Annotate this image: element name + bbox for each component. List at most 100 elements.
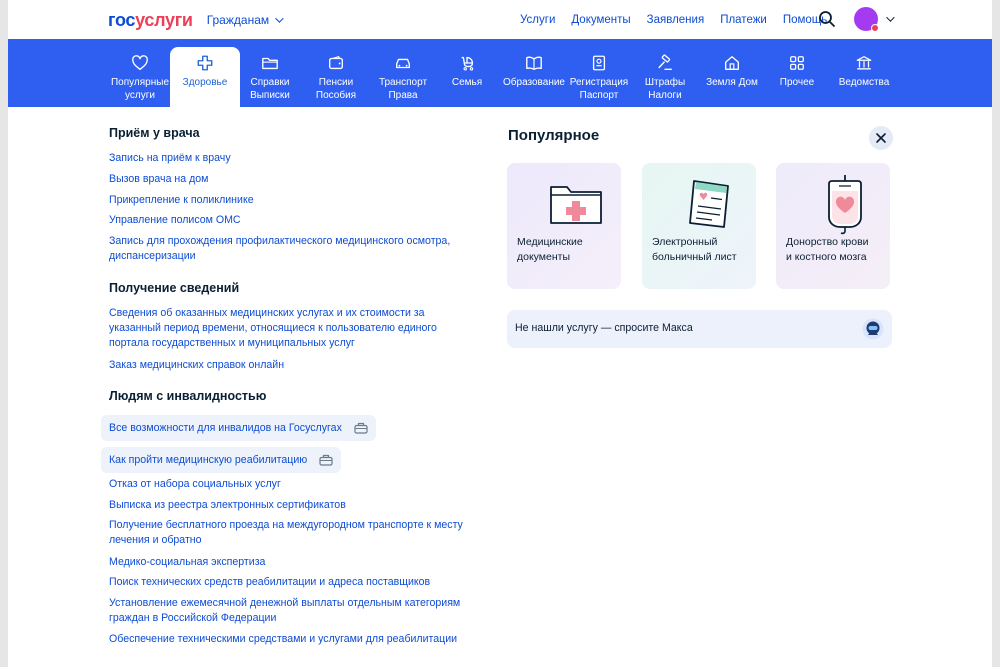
card-label: Донорство крови и костного мозга bbox=[786, 235, 888, 265]
category-other[interactable]: Прочее bbox=[772, 47, 822, 107]
section-title-doctor: Приём у врача bbox=[109, 126, 200, 140]
section-title-info: Получение сведений bbox=[109, 281, 240, 295]
category-health[interactable]: Здоровье bbox=[170, 47, 240, 107]
category-certificates[interactable]: Справки Выписки bbox=[240, 47, 300, 107]
link-medical-social-expertise[interactable]: Медико-социальная экспертиза bbox=[109, 555, 469, 570]
logo-part-uslugi: услуги bbox=[135, 9, 193, 30]
search-icon[interactable] bbox=[818, 10, 836, 28]
chevron-down-icon bbox=[886, 13, 895, 22]
category-label: Налоги bbox=[648, 89, 682, 101]
gavel-icon bbox=[658, 54, 672, 70]
audience-dropdown[interactable]: Гражданам bbox=[206, 12, 284, 27]
card-label: Медицинские документы bbox=[517, 235, 619, 265]
link-rehab-equipment-search[interactable]: Поиск технических средств реабилитации и… bbox=[109, 575, 469, 590]
category-label: Транспорт bbox=[378, 77, 428, 88]
category-transport[interactable]: Транспорт Права bbox=[372, 47, 434, 107]
link-free-travel[interactable]: Получение бесплатного проезда на междуго… bbox=[109, 518, 469, 548]
link-monthly-payment[interactable]: Установление ежемесячной денежной выплат… bbox=[109, 596, 469, 626]
category-label: Регистрация bbox=[569, 77, 629, 88]
link-certificate-registry[interactable]: Выписка из реестра электронных сертифика… bbox=[109, 498, 469, 513]
grid-icon bbox=[790, 56, 804, 70]
link-medical-checkup[interactable]: Запись для прохождения профилактического… bbox=[109, 234, 469, 264]
link-medical-certificates[interactable]: Заказ медицинских справок онлайн bbox=[109, 358, 469, 373]
category-label: Выписки bbox=[250, 89, 290, 101]
briefcase-icon bbox=[354, 422, 368, 434]
top-header: госуслуги Гражданам Услуги Документы Зая… bbox=[8, 0, 992, 39]
card-medical-documents[interactable]: Медицинские документы bbox=[507, 163, 621, 289]
card-label: Электронный больничный лист bbox=[652, 235, 754, 265]
link-oms-policy[interactable]: Управление полисом ОМС bbox=[109, 213, 469, 228]
category-label: Здоровье bbox=[182, 77, 228, 88]
category-label: Популярные bbox=[110, 77, 170, 88]
pill-disability-opportunities[interactable]: Все возможности для инвалидов на Госуслу… bbox=[101, 415, 376, 441]
category-label: Земля Дом bbox=[706, 77, 758, 88]
category-popular[interactable]: Популярные услуги bbox=[108, 47, 172, 107]
category-label: Права bbox=[388, 89, 418, 101]
wallet-icon bbox=[329, 56, 343, 70]
stroller-icon bbox=[461, 56, 474, 71]
category-label: Пособия bbox=[315, 89, 357, 101]
ask-max-banner[interactable]: Не нашли услугу — спросите Макса bbox=[507, 310, 892, 348]
category-label: Образование bbox=[503, 77, 565, 88]
sick-leave-icon bbox=[689, 180, 729, 228]
notification-dot bbox=[871, 24, 879, 32]
chevron-down-icon bbox=[275, 13, 284, 23]
category-bar: Популярные услуги Здоровье Справки Выпис… bbox=[8, 39, 992, 107]
briefcase-icon bbox=[319, 454, 333, 466]
category-education[interactable]: Образование bbox=[502, 47, 566, 107]
car-icon bbox=[396, 58, 410, 69]
category-pensions[interactable]: Пенсии Пособия bbox=[306, 47, 366, 107]
pill-label: Все возможности для инвалидов на Госуслу… bbox=[109, 422, 342, 434]
category-agencies[interactable]: Ведомства bbox=[834, 47, 894, 107]
robot-assistant-icon bbox=[862, 318, 884, 340]
folder-icon bbox=[262, 57, 278, 70]
category-label: Ведомства bbox=[838, 77, 890, 88]
close-icon bbox=[876, 133, 886, 143]
book-icon bbox=[526, 56, 542, 70]
card-sick-leave[interactable]: Электронный больничный лист bbox=[642, 163, 756, 289]
popular-title: Популярное bbox=[508, 127, 600, 144]
category-label: Семья bbox=[451, 77, 483, 88]
passport-icon bbox=[592, 55, 606, 71]
card-blood-donation[interactable]: Донорство крови и костного мозга bbox=[776, 163, 890, 289]
avatar bbox=[854, 7, 879, 32]
pill-label: Как пройти медицинскую реабилитацию bbox=[109, 454, 308, 466]
link-doctor-appointment[interactable]: Запись на приём к врачу bbox=[109, 151, 469, 166]
card-label-line: Медицинские bbox=[517, 236, 583, 248]
card-label-line: Электронный bbox=[652, 236, 718, 248]
audience-label: Гражданам bbox=[206, 12, 270, 27]
gosuslugi-logo[interactable]: госуслуги bbox=[108, 11, 193, 29]
category-registration[interactable]: Регистрация Паспорт bbox=[570, 47, 628, 107]
nav-payments[interactable]: Платежи bbox=[720, 14, 767, 26]
link-social-services-refusal[interactable]: Отказ от набора социальных услуг bbox=[109, 477, 469, 492]
logo-part-gos: гос bbox=[108, 9, 136, 30]
category-fines[interactable]: Штрафы Налоги bbox=[640, 47, 690, 107]
card-label-line: больничный лист bbox=[652, 251, 737, 263]
pill-rehabilitation[interactable]: Как пройти медицинскую реабилитацию bbox=[101, 447, 342, 473]
card-label-line: Донорство крови bbox=[786, 236, 869, 248]
category-label: Пенсии bbox=[318, 77, 354, 88]
card-label-line: документы bbox=[517, 251, 571, 263]
category-label: Прочее bbox=[779, 77, 815, 88]
blood-bag-icon bbox=[828, 175, 862, 235]
plus-cross-icon bbox=[197, 55, 213, 71]
ask-max-text: Не нашли услугу — спросите Макса bbox=[515, 322, 693, 334]
link-home-visit[interactable]: Вызов врача на дом bbox=[109, 172, 469, 187]
building-icon bbox=[856, 56, 872, 70]
top-navigation: Услуги Документы Заявления Платежи Помощ… bbox=[520, 0, 843, 39]
category-label: Справки bbox=[250, 77, 290, 88]
category-label: Штрафы bbox=[644, 77, 686, 88]
profile-menu[interactable] bbox=[854, 7, 895, 32]
section-title-disability: Людям с инвалидностью bbox=[109, 389, 267, 403]
nav-services[interactable]: Услуги bbox=[520, 14, 555, 26]
link-medical-services-info[interactable]: Сведения об оказанных медицинских услуга… bbox=[109, 306, 469, 351]
category-label: Паспорт bbox=[579, 89, 619, 101]
nav-applications[interactable]: Заявления bbox=[647, 14, 705, 26]
link-rehab-equipment-provision[interactable]: Обеспечение техническими средствами и ус… bbox=[109, 632, 469, 647]
page-frame: госуслуги Гражданам Услуги Документы Зая… bbox=[8, 0, 992, 667]
nav-documents[interactable]: Документы bbox=[571, 14, 630, 26]
close-button[interactable] bbox=[869, 126, 893, 150]
link-clinic-attach[interactable]: Прикрепление к поликлинике bbox=[109, 193, 469, 208]
category-family[interactable]: Семья bbox=[442, 47, 492, 107]
category-land-house[interactable]: Земля Дом bbox=[702, 47, 762, 107]
